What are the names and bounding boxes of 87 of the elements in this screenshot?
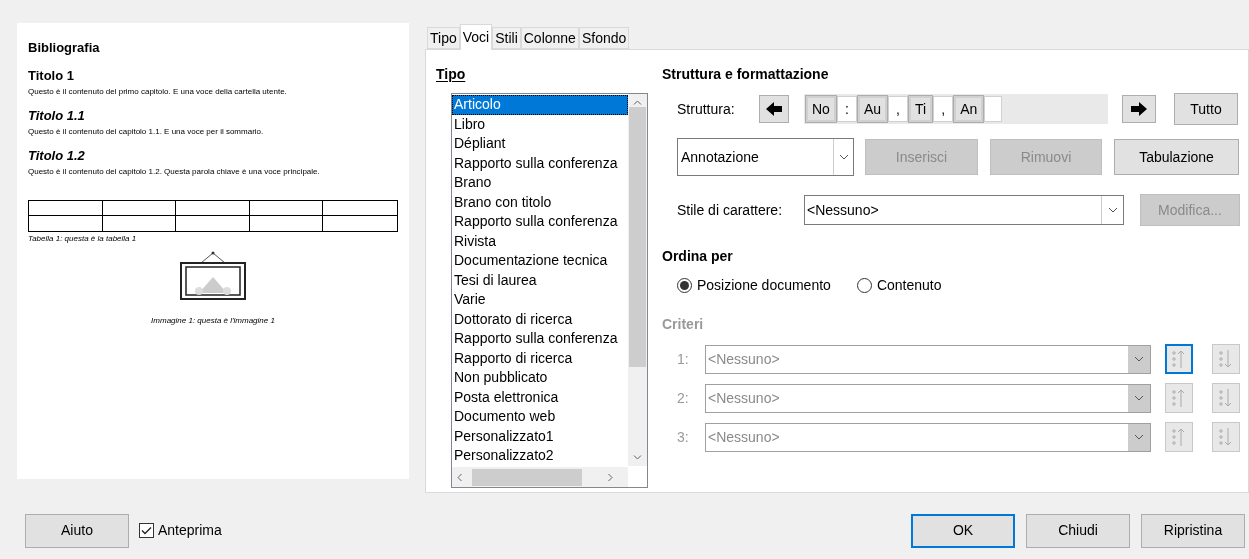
separator-field[interactable]: : [836,96,857,122]
sort-ascending-icon [1172,388,1186,408]
radio-option[interactable]: Contenuto [856,275,942,296]
section-title: Ordina per [662,247,734,266]
checkbox[interactable] [139,523,154,538]
structure-entry-button[interactable]: No [806,96,836,122]
separator-field[interactable]: , [888,96,909,122]
list-item[interactable]: Rapporto sulla conferenza [452,329,628,349]
structure-entry-button[interactable]: Au [857,96,888,122]
structure-entry-button[interactable]: Ti [909,96,933,122]
sort-ascending-icon [1172,349,1186,369]
left-arrow-icon [765,101,783,117]
list-item[interactable]: Dottorato di ricerca [452,309,628,329]
tab[interactable]: Voci [459,24,493,50]
preview-section-title: Titolo 1.2 [28,147,86,164]
radio-button[interactable] [677,278,692,293]
criterion-label: 2: [677,388,690,408]
type-listbox[interactable] [451,93,648,488]
scroll-right-icon[interactable] [608,472,613,482]
dialog-button[interactable]: Chiudi [1026,513,1130,548]
help-button[interactable]: Aiuto [25,513,129,548]
action-button[interactable]: Tabulazione [1114,139,1239,175]
field-label: Struttura: [677,99,736,119]
sort-descending-icon [1219,388,1233,408]
sort-ascending-icon [1172,427,1186,447]
preview-checkbox[interactable]: Anteprima [139,520,222,541]
dialog-button[interactable]: Ripristina [1141,513,1245,548]
vertical-scrollbar[interactable] [628,94,647,466]
preview-heading: Bibliografia [28,39,101,57]
text-field[interactable] [984,96,1003,122]
tab[interactable]: Tipo [427,27,460,49]
list-item[interactable]: Personalizzato2 [452,446,628,466]
radio-button[interactable] [856,278,872,293]
list-item[interactable]: Tesi di laurea [452,270,628,290]
preview-paragraph: Questo è il contenuto del primo capitolo. E una voce della cartella utente. [28,85,288,98]
preview-section-title: Titolo 1.1 [28,107,86,124]
criterion-label: 3: [677,427,690,447]
list-item[interactable]: Rapporto sulla conferenza [452,153,628,173]
sort-descending-icon [1219,349,1233,369]
list-item[interactable]: Rivista [452,231,628,251]
tab[interactable]: Colonne [520,27,579,49]
list-item[interactable]: Articolo [452,95,628,115]
all-button[interactable]: Tutto [1174,93,1238,125]
list-item[interactable]: Brano [452,173,628,193]
list-item[interactable]: Non pubblicato [452,368,628,388]
list-item[interactable]: Dépliant [452,134,628,154]
list-item[interactable]: Libro [452,114,628,134]
list-item[interactable]: Documentazione tecnica [452,251,628,271]
field-label: Stile di carattere: [677,200,784,220]
list-item[interactable]: Documento web [452,407,628,427]
structure-entry-button[interactable]: An [954,96,984,122]
tab[interactable]: Sfondo [578,27,630,49]
table-caption: Tabella 1: questa è la tabella 1 [28,232,138,245]
sort-descending-button[interactable] [1212,344,1240,374]
scroll-left-icon[interactable] [457,472,462,482]
radio-option[interactable]: Posizione documento [677,275,831,296]
list-item[interactable]: Varie [452,290,628,310]
scroll-down-icon[interactable] [633,455,642,460]
field-dropdown[interactable]: Annotazione [677,138,854,176]
preview-section-title: Titolo 1 [28,67,75,84]
list-item[interactable]: Posta elettronica [452,387,628,407]
next-button[interactable] [1122,95,1156,123]
list-item[interactable]: Rapporto di ricerca [452,348,628,368]
dialog-button[interactable]: OK [911,513,1015,548]
criterion-label: 1: [677,349,690,369]
list-item[interactable]: Rapporto sulla conferenza [452,212,628,232]
section-title: Criteri [662,315,705,334]
image-caption: Immagine 1: questa è l'immagine 1 [150,314,276,327]
sort-descending-button[interactable] [1212,422,1240,452]
tab[interactable]: Stili [492,27,521,49]
right-arrow-icon [1130,101,1148,117]
horizontal-scrollbar[interactable] [452,467,628,487]
section-title: Struttura e formattazione [662,65,830,84]
list-item[interactable]: Personalizzato1 [452,426,628,446]
list-item[interactable]: Brano con titolo [452,192,628,212]
scroll-thumb[interactable] [472,468,582,486]
preview-paragraph: Questo è il contenuto del capitolo 1.1. E una voce per il sommario. [28,125,265,138]
list-label: Tipo [436,65,467,84]
sort-descending-icon [1219,427,1233,447]
scroll-up-icon[interactable] [633,100,642,105]
separator-field[interactable]: , [933,96,954,122]
framed-picture-icon [179,250,247,301]
preview-paragraph: Questo è il contenuto del capitolo 1.2. Questa parola chiave è una voce principale. [28,165,321,178]
character-style-dropdown[interactable]: <Nessuno> [804,195,1124,225]
sort-descending-button[interactable] [1212,383,1240,413]
previous-button[interactable] [759,95,789,123]
scroll-thumb[interactable] [629,107,646,367]
